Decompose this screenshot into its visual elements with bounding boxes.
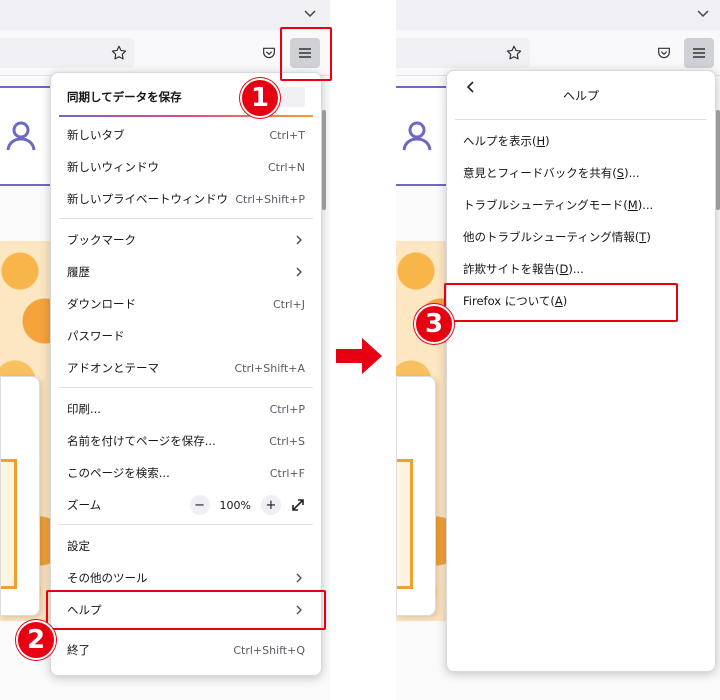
zoom-in-button[interactable]: + [261,495,281,515]
menu-separator [455,119,707,120]
hamburger-menu-icon [299,48,311,58]
star-icon [111,45,127,60]
menu-separator [59,387,313,388]
menu-separator [59,629,313,630]
help-item-show-help[interactable]: ヘルプを表示(H) [447,126,715,156]
menu-item-print[interactable]: 印刷... Ctrl+P [51,394,321,424]
step-badge-3: 3 [414,304,454,344]
pocket-icon [263,47,275,59]
bookmark-star-button[interactable] [499,38,529,68]
step-badge-1: 1 [240,78,280,118]
menu-item-settings[interactable]: 設定 [51,531,321,561]
chevron-right-icon [296,573,302,583]
app-menu-panel: 同期してデータを保存 新しいタブ Ctrl+T 新しいウィンドウ Ctrl+N 新し… [50,72,322,676]
menu-separator [59,524,313,525]
navigation-toolbar [0,30,330,76]
user-icon[interactable] [4,118,38,152]
right-screenshot-panel: ヘルプ ヘルプを表示(H) 意見とフィードバックを共有(S)... トラブルシュ… [396,0,720,700]
menu-item-bookmarks[interactable]: ブックマーク [51,225,321,255]
menu-item-new-private-window[interactable]: 新しいプライベートウィンドウ Ctrl+Shift+P [51,184,321,214]
left-screenshot-panel: 同期してデータを保存 新しいタブ Ctrl+T 新しいウィンドウ Ctrl+N 新し… [0,0,330,700]
help-item-troubleshoot-info[interactable]: 他のトラブルシューティング情報(T) [447,222,715,252]
open-menu-button[interactable] [684,38,714,68]
product-image [1,459,17,589]
chevron-down-icon[interactable] [301,4,319,22]
help-item-troubleshoot-mode[interactable]: トラブルシューティングモード(M)... [447,190,715,220]
pocket-icon [658,47,670,59]
chevron-right-icon [296,235,302,245]
arrow-right-icon [336,338,382,374]
chevron-right-icon [296,267,302,277]
menu-item-exit[interactable]: 終了 Ctrl+Shift+Q [51,635,321,665]
page-scrollbar[interactable] [322,110,326,210]
menu-separator [59,218,313,219]
pocket-button[interactable] [649,38,679,68]
menu-item-save-page-as[interactable]: 名前を付けてページを保存... Ctrl+S [51,426,321,456]
chevron-down-icon[interactable] [694,4,712,22]
menu-item-new-tab[interactable]: 新しいタブ Ctrl+T [51,120,321,150]
star-icon [506,45,522,60]
zoom-level[interactable]: 100% [220,499,251,512]
user-icon[interactable] [400,118,434,152]
zoom-out-button[interactable]: − [189,495,210,515]
tab-strip [396,0,720,30]
menu-item-find-in-page[interactable]: このページを検索... Ctrl+F [51,458,321,488]
pocket-button[interactable] [254,38,284,68]
menu-item-passwords[interactable]: パスワード [51,321,321,351]
page-scrollbar[interactable] [716,110,720,210]
product-image [397,459,413,589]
help-item-about-firefox[interactable]: Firefox について(A) [447,286,715,316]
help-menu-panel: ヘルプ ヘルプを表示(H) 意見とフィードバックを共有(S)... トラブルシュ… [446,70,716,672]
step-badge-2: 2 [16,620,56,660]
menu-item-addons-themes[interactable]: アドオンとテーマ Ctrl+Shift+A [51,353,321,383]
menu-item-help[interactable]: ヘルプ [51,595,321,625]
menu-item-zoom: ズーム − 100% + [51,490,321,520]
sync-accent-line [59,115,313,117]
help-item-report-deceptive-site[interactable]: 詐欺サイトを報告(D)... [447,254,715,284]
help-item-share-feedback[interactable]: 意見とフィードバックを共有(S)... [447,158,715,188]
expand-icon[interactable] [291,498,305,512]
zoom-controls: − 100% + [189,495,305,515]
product-card [0,376,40,616]
bookmark-star-button[interactable] [104,38,134,68]
menu-item-history[interactable]: 履歴 [51,257,321,287]
menu-item-more-tools[interactable]: その他のツール [51,563,321,593]
menu-item-new-window[interactable]: 新しいウィンドウ Ctrl+N [51,152,321,182]
open-menu-button[interactable] [290,38,320,68]
product-card [396,376,436,616]
tab-strip [0,0,330,30]
chevron-right-icon [296,605,302,615]
help-menu-title: ヘルプ [562,88,599,103]
menu-item-downloads[interactable]: ダウンロード Ctrl+J [51,289,321,319]
hamburger-menu-icon [693,48,705,58]
